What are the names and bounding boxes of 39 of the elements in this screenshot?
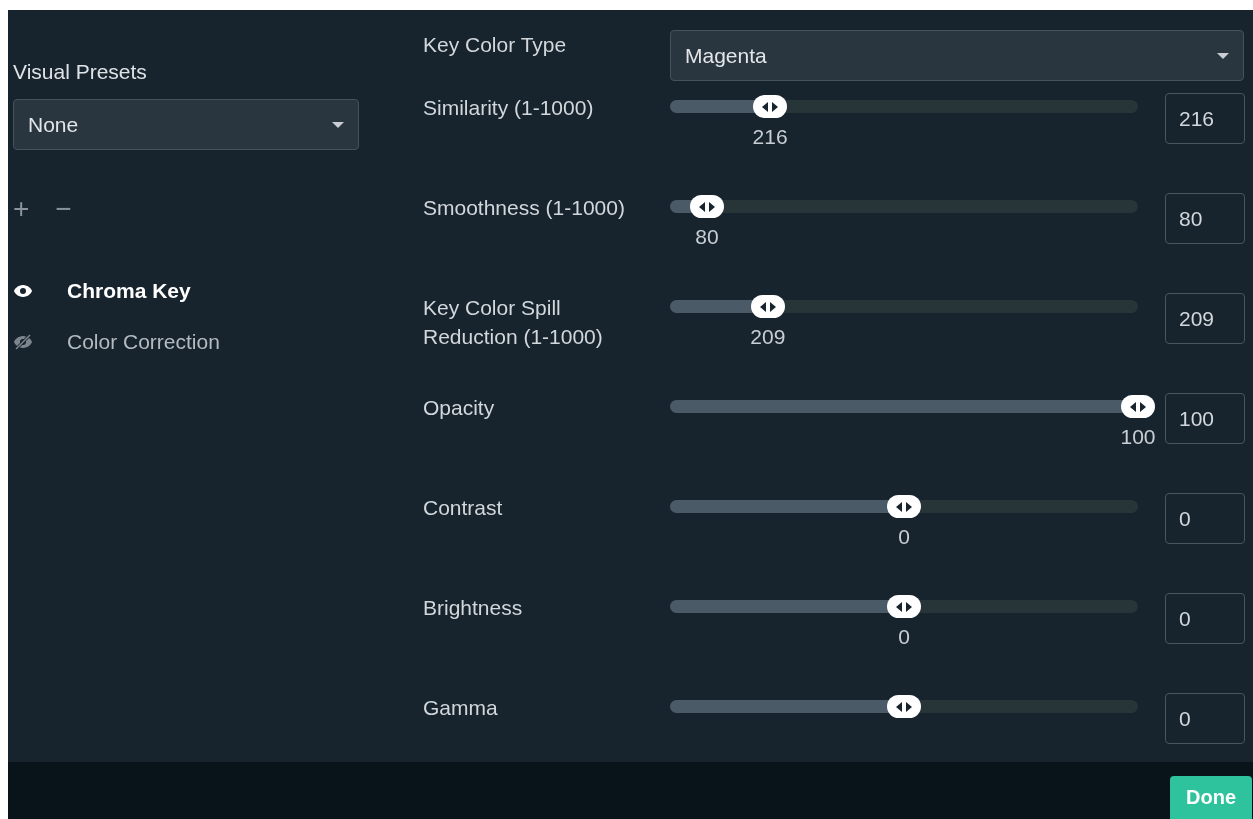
- value-input[interactable]: 209: [1165, 293, 1245, 344]
- slider-thumb[interactable]: [1121, 395, 1155, 418]
- slider-thumb[interactable]: [750, 295, 785, 318]
- slider-label: Key Color Spill Reduction (1-1000): [423, 295, 604, 350]
- slider-value-label: 80: [695, 225, 719, 249]
- caret-icon: [1217, 52, 1229, 59]
- filter-item[interactable]: Chroma Key: [13, 265, 423, 316]
- slider-label: Brightness: [423, 595, 524, 621]
- slider-label: Similarity (1-1000): [423, 95, 595, 121]
- slider-thumb[interactable]: [887, 495, 921, 518]
- eye-slash-icon[interactable]: [13, 333, 33, 350]
- slider-label: Gamma: [423, 695, 499, 721]
- slider-value-label: 209: [750, 325, 786, 349]
- slider-value-label: 0: [898, 625, 910, 649]
- filter-item[interactable]: Color Correction: [13, 316, 423, 367]
- slider-thumb[interactable]: [887, 595, 921, 618]
- key-color-dropdown[interactable]: Magenta: [670, 30, 1244, 81]
- value-input[interactable]: 0: [1165, 493, 1245, 544]
- add-filter-button[interactable]: +: [13, 195, 30, 223]
- caret-icon: [332, 121, 344, 128]
- slider-label: Contrast: [423, 495, 504, 521]
- presets-dropdown[interactable]: None: [13, 99, 359, 150]
- slider-thumb[interactable]: [689, 195, 724, 218]
- value-input[interactable]: 0: [1165, 593, 1245, 644]
- slider-value-label: 216: [752, 125, 788, 149]
- value-input[interactable]: 80: [1165, 193, 1245, 244]
- slider-thumb[interactable]: [753, 95, 788, 118]
- slider-value-label: 100: [1120, 425, 1156, 449]
- slider-value-label: 0: [898, 525, 910, 549]
- slider-label: Opacity: [423, 395, 496, 421]
- value-input[interactable]: 100: [1165, 393, 1245, 444]
- slider-thumb[interactable]: [887, 695, 921, 718]
- value-input[interactable]: 216: [1165, 93, 1245, 144]
- eye-icon[interactable]: [13, 283, 33, 298]
- key-color-type-label: Key Color Type: [423, 33, 568, 57]
- remove-filter-button[interactable]: −: [55, 195, 72, 223]
- slider-label: Smoothness (1-1000): [423, 195, 626, 221]
- visual-presets-label: Visual Presets: [13, 60, 148, 84]
- value-input[interactable]: 0: [1165, 693, 1245, 744]
